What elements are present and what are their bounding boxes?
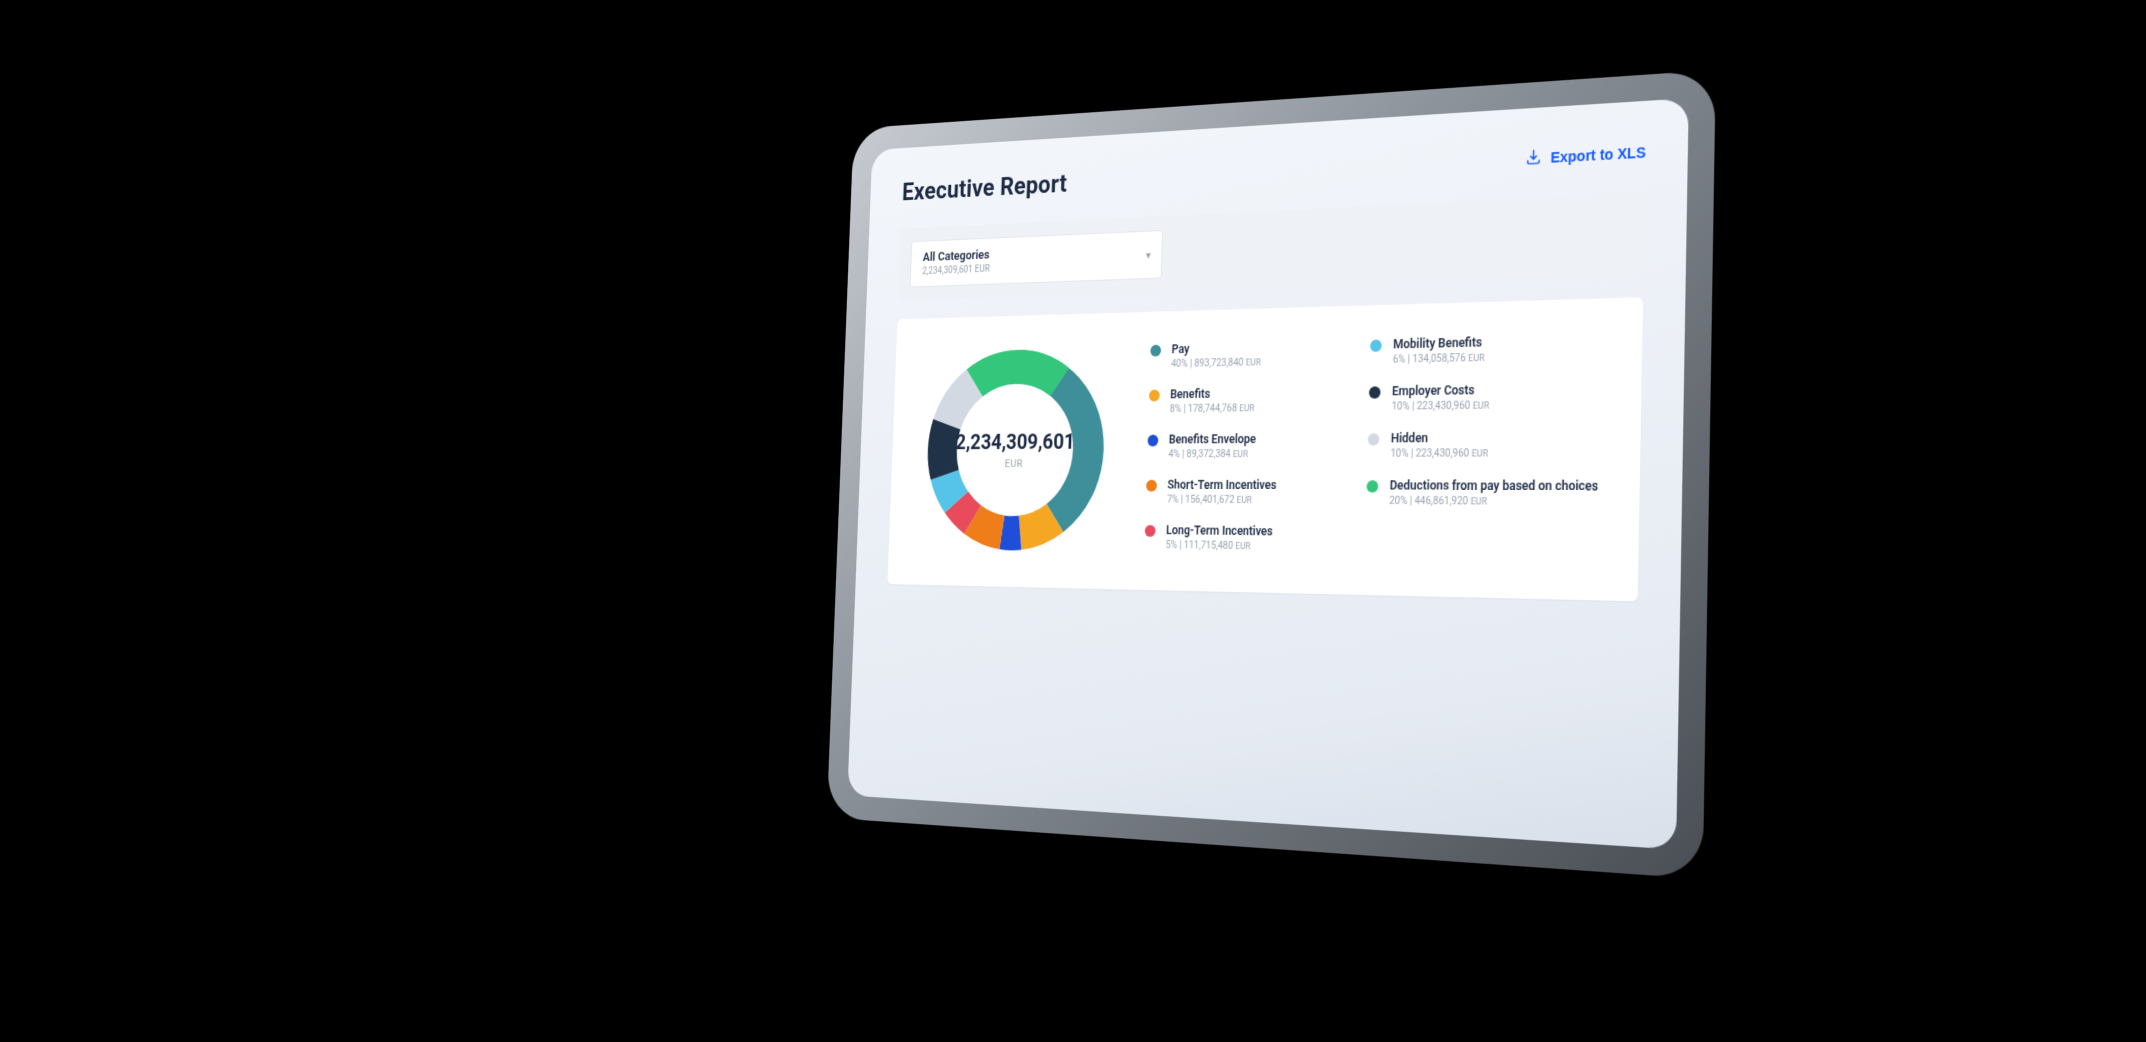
legend-item-value: 6% | 134,058,576 EUR [1393,353,1485,366]
legend-item-value: 10% | 223,430,960 EUR [1390,448,1488,460]
download-icon [1525,148,1543,170]
legend-item[interactable]: Deductions from pay based on choices 20% … [1366,478,1598,508]
legend-item-value: 8% | 178,744,768 EUR [1170,403,1255,415]
legend-color-dot [1150,345,1161,357]
legend-color-dot [1146,480,1157,492]
legend-item-name: Deductions from pay based on choices [1390,478,1599,494]
legend-item[interactable]: Short-Term Incentives 7% | 156,401,672 EU… [1146,478,1310,507]
legend-item[interactable]: Mobility Benefits6% | 134,058,576 EUR [1370,332,1601,366]
legend-item-name: Pay [1171,340,1261,357]
legend-item-name: Mobility Benefits [1393,335,1485,352]
filter-bar: All Categories 2,234,309,601 EUR ▾ [898,193,1645,300]
legend-item-name: Employer Costs [1392,383,1490,400]
legend-color-dot [1147,435,1158,447]
legend-item[interactable]: Long-Term Incentives5% | 111,715,480 EUR [1144,523,1309,553]
legend-color-dot [1369,386,1381,398]
legend-item-name: Benefits Envelope [1169,432,1257,447]
legend-item-name: Short-Term Incentives [1167,478,1276,493]
legend-item-value: 20% | 446,861,920 EUR [1389,496,1598,509]
chart-legend: Pay40% | 893,723,840 EUR Benefits8% | 178… [1144,326,1607,558]
legend-item-name: Hidden [1391,430,1489,446]
legend-item-name: Long-Term Incentives [1166,523,1273,539]
donut-total-value: 2,234,309,601 [955,430,1075,454]
legend-color-dot [1366,480,1378,492]
legend-item[interactable]: Pay40% | 893,723,840 EUR [1150,339,1314,370]
legend-item-name: Benefits [1170,386,1255,402]
legend-color-dot [1368,433,1380,445]
chevron-down-icon: ▾ [1146,248,1151,261]
legend-item-value: 10% | 223,430,960 EUR [1392,400,1490,412]
legend-item[interactable]: Hidden 10% | 223,430,960 EUR [1367,430,1599,460]
legend-item-value: 4% | 89,372,384 EUR [1168,449,1255,460]
chart-card: 2,234,309,601 EUR Pay40% | 893,723,840 E… [887,297,1643,601]
legend-color-dot [1370,340,1382,352]
page-title: Executive Report [902,170,1068,207]
legend-color-dot [1149,390,1160,402]
legend-item-value: 7% | 156,401,672 EUR [1167,495,1276,507]
legend-item-value: 5% | 111,715,480 EUR [1165,540,1272,553]
legend-item-value: 40% | 893,723,840 EUR [1171,357,1261,370]
legend-item[interactable]: Benefits Envelope 4% | 89,372,384 EUR [1147,432,1311,461]
app-screen: Executive Report Export to XLS All Categ… [847,98,1688,849]
legend-color-dot [1145,525,1156,537]
legend-item[interactable]: Employer Costs10% | 223,430,960 EUR [1369,381,1601,413]
export-xls-button[interactable]: Export to XLS [1525,142,1646,169]
legend-item[interactable]: Benefits8% | 178,744,768 EUR [1148,385,1312,415]
category-select[interactable]: All Categories 2,234,309,601 EUR ▾ [910,230,1163,288]
donut-chart: 2,234,309,601 EUR [916,338,1116,562]
donut-total-currency: EUR [1004,457,1023,469]
export-xls-label: Export to XLS [1550,144,1646,166]
tablet-device-frame: Executive Report Export to XLS All Categ… [829,73,1712,875]
